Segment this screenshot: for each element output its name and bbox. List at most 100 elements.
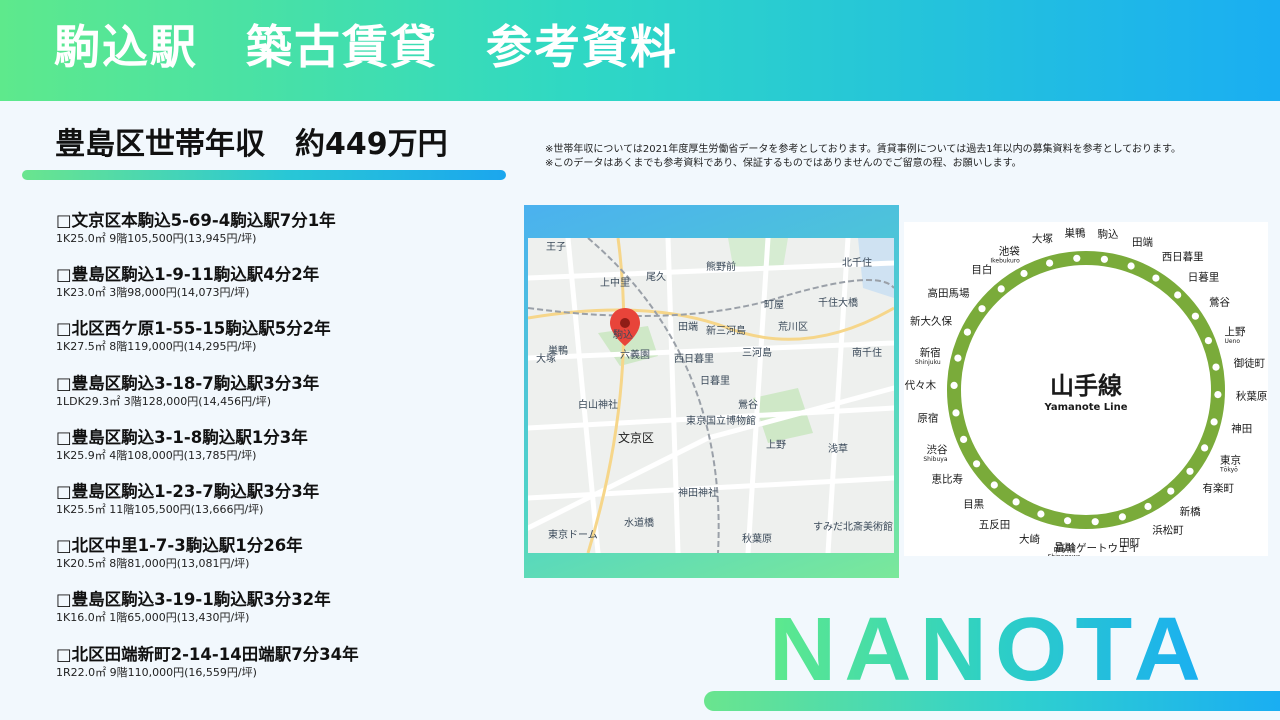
map-label: 大塚 bbox=[536, 352, 556, 365]
station-label: 代々木 bbox=[905, 380, 937, 392]
station-dot bbox=[1073, 254, 1081, 262]
station-dot bbox=[973, 460, 981, 468]
listing-detail: 1R22.0㎡ 9階110,000円(16,559円/坪) bbox=[56, 665, 257, 679]
station-dot bbox=[1064, 517, 1072, 525]
station-dot bbox=[1091, 518, 1099, 526]
station-dot bbox=[1100, 255, 1108, 263]
yamanote-subtitle: Yamanote Line bbox=[1044, 402, 1128, 413]
listing-title: □豊島区駒込3-19-1駒込駅3分32年 bbox=[56, 590, 331, 610]
map-label: 千住大橋 bbox=[818, 296, 858, 309]
station-dot bbox=[1118, 513, 1126, 521]
station-label: 新橋 bbox=[1180, 505, 1202, 518]
station-dot bbox=[954, 354, 962, 362]
map-label: 上中里 bbox=[600, 276, 630, 289]
station-label: 新大久保 bbox=[910, 315, 952, 328]
list-item: □北区田端新町2-14-14田端駅7分34年 1R22.0㎡ 9階110,000… bbox=[56, 644, 516, 698]
map-label: 王子 bbox=[546, 241, 566, 253]
listing-title: □北区西ケ原1-55-15駒込駅5分2年 bbox=[56, 319, 331, 339]
station-romanization: Ueno bbox=[1225, 338, 1241, 345]
station-label: 西日暮里 bbox=[1162, 250, 1204, 263]
map-label: 田端 bbox=[678, 320, 698, 333]
listing-detail: 1K23.0㎡ 3階98,000円(14,073円/坪) bbox=[56, 286, 250, 300]
list-item: □豊島区駒込3-19-1駒込駅3分32年 1K16.0㎡ 1階65,000円(1… bbox=[56, 589, 516, 643]
station-dot bbox=[1167, 487, 1175, 495]
listing-title: □北区中里1-7-3駒込駅1分26年 bbox=[56, 536, 303, 556]
list-item: □豊島区駒込1-23-7駒込駅3分3年 1K25.5㎡ 11階105,500円(… bbox=[56, 481, 516, 535]
station-label: 五反田 bbox=[979, 519, 1011, 531]
map-label: 秋葉原 bbox=[742, 532, 772, 545]
station-dot bbox=[963, 328, 971, 336]
area-map[interactable]: 王子 上中里 尾久 熊野前 北千住 駒込 田端 西日暮里 日暮里 巣鴨 大塚 町… bbox=[528, 238, 894, 553]
map-label: 荒川区 bbox=[778, 321, 808, 333]
map-label: 日暮里 bbox=[700, 374, 730, 387]
heading-underline bbox=[22, 170, 506, 180]
map-label: 西日暮里 bbox=[674, 352, 714, 365]
station-dot bbox=[960, 435, 968, 443]
footer-accent-bar bbox=[704, 691, 1280, 711]
station-label: 浜松町 bbox=[1152, 524, 1184, 537]
map-label: 鶯谷 bbox=[738, 398, 758, 411]
station-label: 大崎 bbox=[1019, 533, 1041, 546]
station-label: 田端 bbox=[1132, 236, 1154, 249]
map-label: 熊野前 bbox=[706, 260, 736, 273]
station-label: 神田 bbox=[1231, 422, 1252, 435]
listing-title: □豊島区駒込1-23-7駒込駅3分3年 bbox=[56, 481, 320, 501]
income-heading: 豊島区世帯年収 約449万円 bbox=[55, 127, 448, 162]
yamanote-title: 山手線 bbox=[1050, 372, 1122, 400]
station-label: 原宿 bbox=[917, 411, 938, 424]
map-label: すみだ北斎美術館 bbox=[813, 520, 893, 533]
station-romanization: Shibuya bbox=[923, 456, 947, 463]
page-title: 駒込駅 築古賃貸 参考資料 bbox=[54, 20, 678, 74]
map-label: 上野 bbox=[766, 439, 786, 451]
station-label: 大塚 bbox=[1032, 232, 1053, 245]
station-dot bbox=[950, 381, 958, 389]
map-label: 六義園 bbox=[620, 348, 650, 361]
map-frame: 王子 上中里 尾久 熊野前 北千住 駒込 田端 西日暮里 日暮里 巣鴨 大塚 町… bbox=[524, 205, 899, 578]
station-dot bbox=[1201, 444, 1209, 452]
listing-list: □文京区本駒込5-69-4駒込駅7分1年 1K25.0㎡ 9階105,500円(… bbox=[56, 210, 516, 698]
station-label: 渋谷 bbox=[927, 443, 948, 456]
listing-detail: 1K16.0㎡ 1階65,000円(13,430円/坪) bbox=[56, 611, 250, 625]
yamanote-line-diagram: 山手線 Yamanote Line 駒込 田端 西日暮里 日暮里 鶯谷 上野 Ueno 御徒町… bbox=[904, 222, 1268, 556]
map-label: 三河島 bbox=[742, 346, 772, 359]
station-label: 東京 bbox=[1220, 453, 1241, 466]
listing-detail: 1K20.5㎡ 8階81,000円(13,081円/坪) bbox=[56, 557, 250, 571]
listing-title: □豊島区駒込3-1-8駒込駅1分3年 bbox=[56, 427, 308, 447]
list-item: □文京区本駒込5-69-4駒込駅7分1年 1K25.0㎡ 9階105,500円(… bbox=[56, 210, 516, 264]
listing-title: □豊島区駒込3-18-7駒込駅3分3年 bbox=[56, 373, 320, 393]
notes: ※世帯年収については2021年度厚生労働省データを参考としております。賃貸事例に… bbox=[545, 143, 1181, 171]
station-romanization: Shinagawa bbox=[1048, 554, 1081, 557]
listing-detail: 1K25.9㎡ 4階108,000円(13,785円/坪) bbox=[56, 448, 257, 462]
station-romanization: Tōkyō bbox=[1219, 466, 1238, 473]
station-dot bbox=[997, 285, 1005, 293]
nanota-logo: NANOTA bbox=[765, 600, 1215, 700]
listing-detail: 1K27.5㎡ 8階119,000円(14,295円/坪) bbox=[56, 340, 257, 354]
station-dot bbox=[1144, 502, 1152, 511]
header-banner: 駒込駅 築古賃貸 参考資料 bbox=[0, 0, 1280, 101]
station-label: 池袋 bbox=[999, 245, 1020, 258]
station-dot bbox=[990, 481, 998, 489]
list-item: □豊島区駒込3-1-8駒込駅1分3年 1K25.9㎡ 4階108,000円(13… bbox=[56, 427, 516, 481]
listing-detail: 1K25.0㎡ 9階105,500円(13,945円/坪) bbox=[56, 232, 257, 245]
note-line: ※このデータはあくまでも参考資料であり、保証するものではありませんのでご留意の程… bbox=[545, 158, 1022, 169]
station-dot bbox=[1210, 418, 1218, 426]
station-label: 上野 bbox=[1225, 326, 1247, 338]
station-label: 目白 bbox=[971, 263, 992, 276]
listing-detail: 1K25.5㎡ 11階105,500円(13,666円/坪) bbox=[56, 502, 264, 516]
station-label: 駒込 bbox=[1098, 229, 1120, 241]
station-dot bbox=[1012, 498, 1020, 506]
map-label: 町屋 bbox=[764, 299, 784, 311]
listing-title: □豊島区駒込1-9-11駒込駅4分2年 bbox=[56, 265, 320, 285]
station-dot bbox=[1191, 312, 1199, 320]
station-dot bbox=[1152, 274, 1160, 282]
map-label: 東京ドーム bbox=[548, 528, 598, 541]
list-item: □豊島区駒込1-9-11駒込駅4分2年 1K23.0㎡ 3階98,000円(14… bbox=[56, 264, 516, 318]
station-dot bbox=[1186, 467, 1194, 475]
note-line: ※世帯年収については2021年度厚生労働省データを参考としております。賃貸事例に… bbox=[545, 144, 1181, 155]
list-item: □北区中里1-7-3駒込駅1分26年 1K20.5㎡ 8階81,000円(13,… bbox=[56, 535, 516, 589]
station-romanization: Shinjuku bbox=[915, 359, 941, 366]
map-label: 南千住 bbox=[852, 346, 882, 359]
map-label: 浅草 bbox=[828, 442, 848, 455]
listing-detail: 1LDK29.3㎡ 3階128,000円(14,456円/坪) bbox=[56, 394, 272, 408]
logo-text: NANOTA bbox=[769, 600, 1209, 690]
